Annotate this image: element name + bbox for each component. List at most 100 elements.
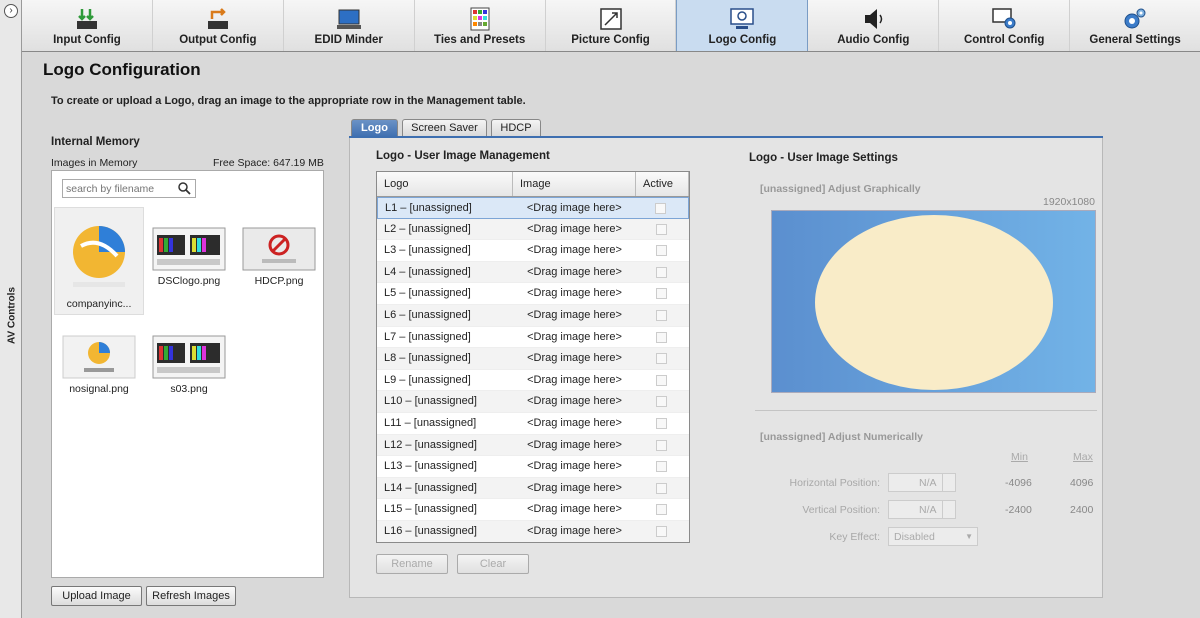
active-checkbox[interactable] — [656, 439, 667, 451]
nav-picture-config[interactable]: Picture Config — [546, 0, 677, 51]
table-row[interactable]: L2 – [unassigned] <Drag image here> — [377, 218, 689, 241]
table-row[interactable]: L5 – [unassigned] <Drag image here> — [377, 283, 689, 305]
rename-button[interactable]: Rename — [376, 554, 448, 574]
vertical-position-label: Vertical Position: — [802, 504, 880, 516]
image-thumbnail[interactable]: companyinc... — [54, 207, 144, 315]
logo-slot-label: L16 – [unassigned] — [384, 524, 477, 537]
management-table: Logo Image Active L1 – [unassigned] <Drag… — [376, 171, 690, 543]
table-body: L1 – [unassigned] <Drag image here> L2 – [… — [377, 197, 689, 542]
active-checkbox[interactable] — [656, 353, 667, 365]
spinner-arrows-icon[interactable] — [942, 474, 955, 491]
active-cell — [636, 370, 689, 391]
active-checkbox[interactable] — [656, 266, 667, 278]
table-row[interactable]: L10 – [unassigned] <Drag image here> — [377, 391, 689, 413]
active-checkbox[interactable] — [656, 374, 667, 386]
image-thumbnail[interactable]: nosignal.png — [54, 335, 144, 443]
table-row[interactable]: L6 – [unassigned] <Drag image here> — [377, 304, 689, 327]
clear-button[interactable]: Clear — [457, 554, 529, 574]
horizontal-position-input[interactable]: N/A — [888, 473, 956, 492]
expand-panel-icon[interactable]: › — [4, 4, 18, 18]
vertical-max-value: 2400 — [1070, 504, 1094, 516]
image-drop-target[interactable]: <Drag image here> — [513, 262, 636, 283]
active-checkbox[interactable] — [656, 504, 667, 516]
adjust-graphically-label: [unassigned] Adjust Graphically — [760, 183, 921, 195]
image-drop-target[interactable]: <Drag image here> — [513, 283, 636, 304]
image-drop-target[interactable]: <Drag image here> — [513, 305, 636, 326]
tab-logo[interactable]: Logo — [351, 119, 398, 137]
table-row[interactable]: L12 – [unassigned] <Drag image here> — [377, 434, 689, 457]
horizontal-position-value: N/A — [919, 477, 937, 489]
column-header-logo[interactable]: Logo — [377, 172, 513, 196]
image-drop-target[interactable]: <Drag image here> — [513, 370, 636, 391]
nav-control-config[interactable]: Control Config — [939, 0, 1071, 51]
active-checkbox[interactable] — [656, 417, 667, 429]
image-drop-target[interactable]: <Drag image here> — [513, 391, 636, 412]
logo-preview-canvas[interactable] — [771, 210, 1096, 393]
table-row[interactable]: L1 – [unassigned] <Drag image here> — [377, 197, 689, 219]
av-controls-strip[interactable]: › AV Controls — [0, 0, 22, 618]
image-drop-target[interactable]: <Drag image here> — [513, 435, 636, 456]
table-row[interactable]: L16 – [unassigned] <Drag image here> — [377, 520, 689, 542]
tab-hdcp[interactable]: HDCP — [491, 119, 541, 137]
table-row[interactable]: L9 – [unassigned] <Drag image here> — [377, 370, 689, 392]
active-checkbox[interactable] — [656, 245, 667, 257]
image-drop-target[interactable]: <Drag image here> — [513, 219, 636, 240]
search-box[interactable] — [62, 179, 196, 198]
search-icon[interactable] — [178, 182, 191, 195]
active-checkbox[interactable] — [656, 331, 667, 343]
image-drop-target[interactable]: <Drag image here> — [513, 521, 636, 542]
table-row[interactable]: L7 – [unassigned] <Drag image here> — [377, 327, 689, 349]
upload-image-button[interactable]: Upload Image — [51, 586, 142, 606]
key-effect-select[interactable]: Disabled ▼ — [888, 527, 978, 546]
logo-slot-label: L11 – [unassigned] — [384, 416, 477, 429]
tab-screen-saver[interactable]: Screen Saver — [402, 119, 487, 137]
table-row[interactable]: L13 – [unassigned] <Drag image here> — [377, 456, 689, 478]
table-row[interactable]: L15 – [unassigned] <Drag image here> — [377, 499, 689, 521]
active-checkbox[interactable] — [656, 288, 667, 300]
active-checkbox[interactable] — [656, 396, 667, 408]
active-checkbox[interactable] — [656, 223, 667, 235]
table-row[interactable]: L3 – [unassigned] <Drag image here> — [377, 240, 689, 262]
nav-ties-and-presets[interactable]: Ties and Presets — [415, 0, 546, 51]
nav-audio-config[interactable]: Audio Config — [808, 0, 940, 51]
image-drop-target[interactable]: <Drag image here> — [513, 456, 636, 477]
image-drop-target[interactable]: <Drag image here> — [513, 413, 636, 434]
table-row[interactable]: L14 – [unassigned] <Drag image here> — [377, 477, 689, 500]
image-drop-target[interactable]: <Drag image here> — [513, 198, 635, 218]
image-thumbnail[interactable]: DSClogo.png — [144, 227, 234, 335]
image-drop-target[interactable]: <Drag image here> — [513, 348, 636, 369]
active-checkbox[interactable] — [656, 309, 667, 321]
nav-general-settings[interactable]: General Settings — [1070, 0, 1200, 51]
vertical-position-input[interactable]: N/A — [888, 500, 956, 519]
active-checkbox[interactable] — [656, 482, 667, 494]
table-row[interactable]: L8 – [unassigned] <Drag image here> — [377, 348, 689, 370]
search-input[interactable] — [63, 180, 173, 197]
nav-output-config[interactable]: Output Config — [153, 0, 284, 51]
logo-config-icon — [730, 8, 755, 29]
control-config-icon — [992, 8, 1016, 29]
image-drop-target[interactable]: <Drag image here> — [513, 478, 636, 499]
nav-logo-config[interactable]: Logo Config — [676, 0, 809, 51]
active-checkbox[interactable] — [655, 203, 667, 214]
column-header-image[interactable]: Image — [513, 172, 636, 196]
nav-label: Ties and Presets — [434, 34, 526, 46]
nav-label: Output Config — [179, 34, 257, 46]
image-drop-target[interactable]: <Drag image here> — [513, 327, 636, 348]
table-row[interactable]: L11 – [unassigned] <Drag image here> — [377, 413, 689, 435]
image-drop-target[interactable]: <Drag image here> — [513, 240, 636, 261]
active-cell — [636, 478, 689, 499]
table-row[interactable]: L4 – [unassigned] <Drag image here> — [377, 261, 689, 284]
refresh-images-button[interactable]: Refresh Images — [146, 586, 236, 606]
image-thumbnail[interactable]: s03.png — [144, 335, 234, 443]
logo-slot-label: L3 – [unassigned] — [384, 244, 471, 257]
active-checkbox[interactable] — [656, 461, 667, 473]
nav-label: General Settings — [1089, 34, 1181, 46]
image-thumbnail[interactable]: HDCP.png — [234, 227, 324, 335]
active-checkbox[interactable] — [656, 525, 667, 537]
gear-icon — [1124, 8, 1146, 29]
column-header-active[interactable]: Active — [636, 172, 689, 196]
nav-edid-minder[interactable]: EDID Minder — [284, 0, 415, 51]
image-drop-target[interactable]: <Drag image here> — [513, 499, 636, 520]
spinner-arrows-icon[interactable] — [942, 501, 955, 518]
nav-input-config[interactable]: Input Config — [22, 0, 153, 51]
